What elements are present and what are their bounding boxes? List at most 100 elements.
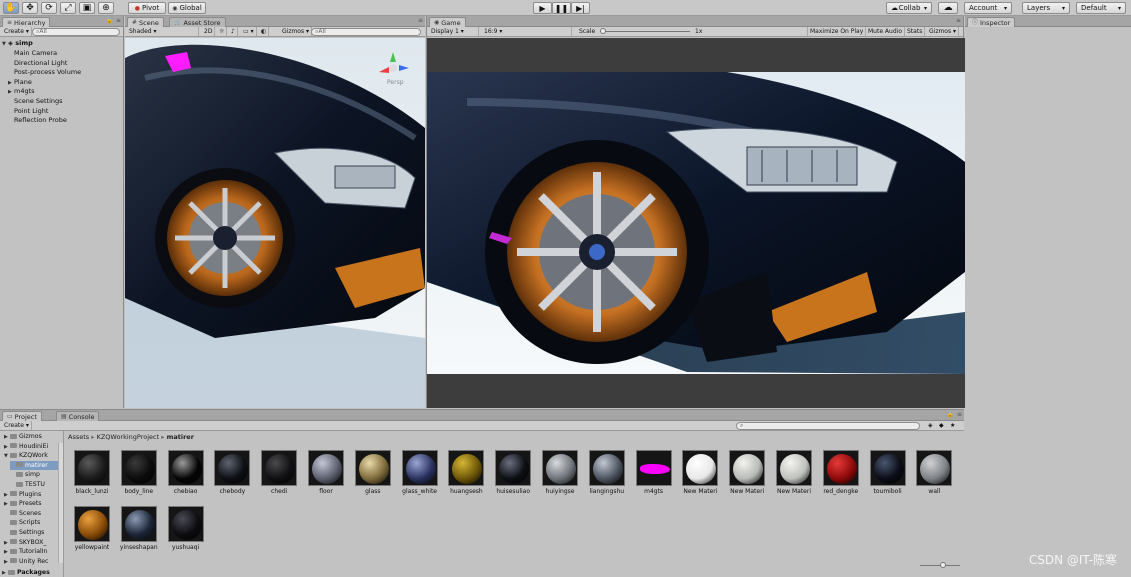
- scale-slider[interactable]: Scale 1x: [577, 27, 717, 36]
- material-asset[interactable]: floor: [304, 450, 348, 502]
- audio-toggle[interactable]: ♪: [229, 27, 238, 36]
- material-asset[interactable]: wall: [912, 450, 956, 502]
- pause-button[interactable]: ❚❚: [552, 2, 571, 14]
- scene-root-row[interactable]: ▼ ◈ simp: [2, 39, 124, 49]
- folder-item[interactable]: Scenes: [4, 509, 62, 519]
- folder-item[interactable]: ▶ Presets: [4, 499, 62, 509]
- filter-by-type-button[interactable]: ◈: [926, 421, 935, 430]
- folder-item[interactable]: Scripts: [4, 518, 62, 528]
- material-asset[interactable]: glass: [351, 450, 395, 502]
- folder-item[interactable]: TESTU: [10, 480, 63, 490]
- material-asset[interactable]: yinseshapan: [117, 506, 161, 558]
- favorite-button[interactable]: ★: [948, 421, 957, 430]
- material-asset[interactable]: chebody: [210, 450, 254, 502]
- folder-item[interactable]: ▶ SKYBOX_: [4, 538, 62, 548]
- tab-console[interactable]: ▤ Console: [56, 411, 100, 421]
- thumbnail-size-thumb[interactable]: [940, 562, 946, 568]
- hierarchy-item[interactable]: Point Light: [8, 107, 130, 117]
- folder-item[interactable]: simp: [10, 470, 63, 480]
- hierarchy-search-input[interactable]: ⌕All: [32, 28, 120, 36]
- lighting-toggle[interactable]: ☼: [217, 27, 228, 36]
- hierarchy-item[interactable]: Scene Settings: [8, 97, 130, 107]
- folder-item[interactable]: ▶ Unity Rec: [4, 557, 62, 567]
- pivot-toggle[interactable]: ● Pivot: [128, 2, 166, 14]
- display-dropdown[interactable]: Display 1 ▾: [429, 27, 479, 36]
- hierarchy-create-dropdown[interactable]: Create ▾: [2, 27, 32, 36]
- tab-hierarchy[interactable]: ≡ Hierarchy: [2, 17, 51, 27]
- tab-scene[interactable]: # Scene: [127, 17, 164, 27]
- packages-folder[interactable]: ▶ Packages: [2, 568, 60, 577]
- material-asset[interactable]: body_line: [117, 450, 161, 502]
- global-toggle[interactable]: ◉ Global: [168, 2, 206, 14]
- tab-project[interactable]: ▭ Project: [2, 411, 42, 421]
- stats-toggle[interactable]: Stats: [905, 27, 926, 36]
- play-button[interactable]: ▶: [533, 2, 552, 14]
- folder-item[interactable]: ▶ HoudiniEi: [4, 442, 62, 452]
- folder-item[interactable]: ▶ Plugins: [4, 490, 62, 500]
- thumbnail-size-slider[interactable]: [920, 562, 960, 568]
- folder-item[interactable]: Settings: [4, 528, 62, 538]
- layout-dropdown[interactable]: Default: [1076, 2, 1126, 14]
- material-asset[interactable]: red_dengke: [819, 450, 863, 502]
- tab-asset-store[interactable]: 🛒 Asset Store: [169, 17, 226, 27]
- material-asset[interactable]: New Materi: [725, 450, 769, 502]
- transform-tool-button[interactable]: ⊕: [98, 2, 114, 14]
- breadcrumb-assets[interactable]: Assets: [68, 433, 89, 441]
- menu-icon[interactable]: ≡: [116, 17, 121, 24]
- scene-visibility-toggle[interactable]: ◐: [259, 27, 270, 36]
- account-dropdown[interactable]: Account: [964, 2, 1012, 14]
- scene-search-input[interactable]: ⌕All: [311, 28, 421, 36]
- effects-dropdown[interactable]: ▭ ▾: [241, 27, 257, 36]
- project-search-input[interactable]: ⌕: [736, 422, 920, 430]
- hierarchy-item[interactable]: ▶ m4gts: [8, 87, 130, 97]
- rotate-tool-button[interactable]: ⟳: [41, 2, 57, 14]
- material-asset[interactable]: chedi: [257, 450, 301, 502]
- game-gizmos-dropdown[interactable]: Gizmos ▾: [927, 27, 960, 36]
- scale-slider-thumb[interactable]: [600, 28, 607, 34]
- mute-audio-toggle[interactable]: Mute Audio: [866, 27, 905, 36]
- material-asset[interactable]: toumiboli: [866, 450, 910, 502]
- material-asset[interactable]: chebiao: [164, 450, 208, 502]
- breadcrumb-working-project[interactable]: KZQWorkingProject: [97, 433, 160, 441]
- hierarchy-item[interactable]: Post-process Volume: [8, 68, 130, 78]
- game-viewport[interactable]: [427, 38, 965, 408]
- material-asset[interactable]: huisesuliao: [491, 450, 535, 502]
- folder-item[interactable]: ▼ KZQWork: [4, 451, 62, 461]
- material-asset[interactable]: huiyingse: [538, 450, 582, 502]
- rect-tool-button[interactable]: ▣: [79, 2, 95, 14]
- project-create-dropdown[interactable]: Create ▾: [2, 421, 32, 430]
- tab-inspector[interactable]: ⓘ Inspector: [967, 17, 1016, 27]
- material-asset[interactable]: yellowpaint: [70, 506, 114, 558]
- breadcrumb-current[interactable]: matirer: [167, 433, 194, 441]
- shading-mode-dropdown[interactable]: Shaded ▾: [127, 27, 199, 36]
- material-asset[interactable]: huangsesh: [444, 450, 488, 502]
- material-asset[interactable]: liangingshu: [585, 450, 629, 502]
- hierarchy-item[interactable]: ▶ Plane: [8, 78, 130, 88]
- menu-icon[interactable]: ≡: [418, 17, 423, 24]
- cloud-services-button[interactable]: ☁: [938, 2, 958, 14]
- folder-item[interactable]: ▶ TutorialIn: [4, 547, 62, 557]
- maximize-on-play-toggle[interactable]: Maximize On Play: [807, 27, 867, 36]
- collab-dropdown[interactable]: ☁ Collab: [886, 2, 932, 14]
- menu-icon[interactable]: ≡: [956, 17, 961, 24]
- aspect-dropdown[interactable]: 16:9 ▾: [482, 27, 572, 36]
- lock-icon[interactable]: 🔒: [106, 17, 113, 24]
- folder-item[interactable]: ▶ Gizmos: [4, 432, 62, 442]
- material-asset[interactable]: m4gts: [632, 450, 676, 502]
- hierarchy-item[interactable]: Main Camera: [8, 49, 130, 59]
- material-asset[interactable]: New Materi: [678, 450, 722, 502]
- material-asset[interactable]: yushuaqi: [164, 506, 208, 558]
- move-tool-button[interactable]: ✥: [22, 2, 38, 14]
- lock-icon[interactable]: 🔒: [947, 411, 954, 418]
- scale-tool-button[interactable]: ⤢: [60, 2, 76, 14]
- material-asset[interactable]: New Materi: [772, 450, 816, 502]
- scene-viewport[interactable]: Persp: [125, 38, 425, 408]
- step-button[interactable]: ▶|: [571, 2, 590, 14]
- folder-item[interactable]: matirer: [10, 460, 63, 471]
- tab-game[interactable]: ◉ Game: [429, 17, 466, 27]
- material-asset[interactable]: black_lunzi: [70, 450, 114, 502]
- hierarchy-item[interactable]: Reflection Probe: [8, 116, 130, 126]
- menu-icon[interactable]: ≡: [957, 411, 962, 418]
- hand-tool-button[interactable]: ✋: [3, 2, 19, 14]
- material-asset[interactable]: glass_white: [398, 450, 442, 502]
